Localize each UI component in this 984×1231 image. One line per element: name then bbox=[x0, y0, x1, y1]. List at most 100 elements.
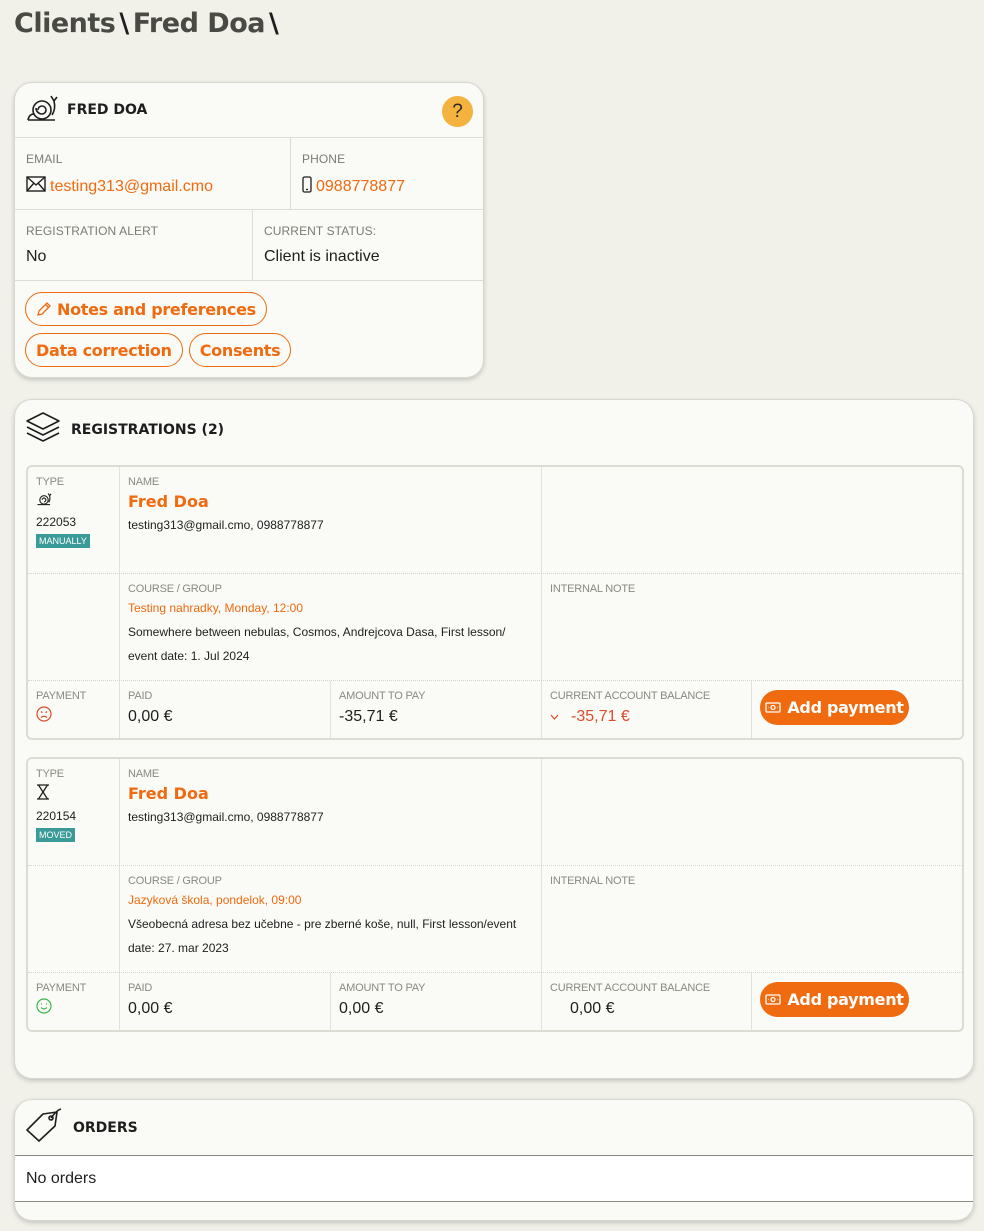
snail-icon bbox=[25, 93, 59, 128]
payment-cell: PAYMENT bbox=[28, 681, 120, 738]
chevron-down-icon bbox=[550, 714, 559, 720]
registrant-name[interactable]: Fred Doa bbox=[128, 492, 533, 511]
breadcrumb: Clients \ Fred Doa \ bbox=[14, 8, 282, 39]
type-label: TYPE bbox=[36, 768, 64, 780]
notes-and-preferences-button[interactable]: Notes and preferences bbox=[25, 292, 267, 326]
paid-value: 0,00 € bbox=[128, 1000, 173, 1017]
type-cell: TYPE 220154 MOVED bbox=[28, 759, 120, 865]
type-cell: TYPE 222053 MANUALLY bbox=[28, 467, 120, 573]
phone-value: 0988778877 bbox=[302, 176, 405, 198]
current-status-value: Client is inactive bbox=[264, 248, 380, 265]
envelope-icon bbox=[26, 176, 50, 197]
email-label: EMAIL bbox=[26, 152, 63, 166]
amount-value: 0,00 € bbox=[339, 1000, 384, 1017]
status-badge: MOVED bbox=[36, 828, 76, 842]
balance-cell: CURRENT ACCOUNT BALANCE -35,71 € bbox=[542, 681, 752, 738]
balance-value: 0,00 € bbox=[570, 1000, 615, 1017]
registrant-name[interactable]: Fred Doa bbox=[128, 784, 533, 803]
registration-id: 220154 bbox=[36, 809, 77, 823]
phone-label: PHONE bbox=[302, 152, 346, 166]
amount-label: AMOUNT TO PAY bbox=[339, 690, 426, 702]
current-status-label: CURRENT STATUS: bbox=[264, 224, 377, 238]
notes-and-preferences-label: Notes and preferences bbox=[57, 299, 256, 319]
status-badge: MANUALLY bbox=[36, 534, 90, 548]
tag-icon bbox=[25, 1108, 63, 1147]
registrant-contact: testing313@gmail.cmo, 0988778877 bbox=[128, 518, 324, 532]
payment-label: PAYMENT bbox=[36, 690, 87, 702]
payment-action-cell: Add payment bbox=[752, 973, 962, 1030]
name-cell: NAME Fred Doa testing313@gmail.cmo, 0988… bbox=[120, 759, 542, 865]
empty-cell bbox=[542, 759, 962, 865]
internal-note-label: INTERNAL NOTE bbox=[550, 875, 636, 887]
course-detail: event date: 1. Jul 2024 bbox=[128, 649, 250, 663]
course-label: COURSE / GROUP bbox=[128, 583, 222, 595]
balance-label: CURRENT ACCOUNT BALANCE bbox=[550, 982, 711, 994]
consents-button[interactable]: Consents bbox=[188, 333, 292, 367]
paid-label: PAID bbox=[128, 982, 153, 994]
banknote-icon bbox=[765, 994, 787, 1005]
add-payment-button[interactable]: Add payment bbox=[760, 982, 909, 1017]
registration-alert-cell: REGISTRATION ALERT No bbox=[15, 210, 253, 280]
registration-item: TYPE 220154 MOVED NAME Fred Doa testing3… bbox=[26, 757, 964, 1032]
hourglass-icon bbox=[36, 784, 111, 805]
add-payment-label: Add payment bbox=[787, 990, 904, 1009]
contact-row: EMAIL testing313@gmail.cmo PHONE 0988778… bbox=[15, 138, 483, 210]
banknote-icon bbox=[765, 702, 787, 713]
course-cell: COURSE / GROUP Testing nahradky, Monday,… bbox=[120, 574, 542, 680]
amount-cell: AMOUNT TO PAY 0,00 € bbox=[331, 973, 542, 1030]
paid-cell: PAID 0,00 € bbox=[120, 973, 331, 1030]
sad-face-icon bbox=[36, 706, 111, 727]
payment-action-cell: Add payment bbox=[752, 681, 962, 738]
email-link[interactable]: testing313@gmail.cmo bbox=[50, 178, 213, 196]
name-label: NAME bbox=[128, 768, 159, 780]
course-detail: Somewhere between nebulas, Cosmos, Andre… bbox=[128, 625, 506, 639]
spacer-cell bbox=[28, 574, 120, 680]
orders-title: ORDERS bbox=[73, 1119, 138, 1136]
registration-alert-value: No bbox=[26, 248, 47, 265]
breadcrumb-separator: \ bbox=[119, 8, 129, 39]
phone-cell: PHONE 0988778877 bbox=[291, 138, 416, 209]
paid-value: 0,00 € bbox=[128, 708, 173, 725]
course-link[interactable]: Jazyková škola, pondelok, 09:00 bbox=[128, 888, 533, 912]
add-payment-label: Add payment bbox=[787, 698, 904, 717]
current-status-cell: CURRENT STATUS: Client is inactive bbox=[253, 210, 391, 280]
empty-cell bbox=[542, 467, 962, 573]
breadcrumb-client-name: Fred Doa bbox=[132, 8, 266, 39]
amount-value: -35,71 € bbox=[339, 708, 398, 725]
breadcrumb-clients[interactable]: Clients bbox=[14, 8, 116, 39]
type-label: TYPE bbox=[36, 476, 64, 488]
help-button[interactable]: ? bbox=[442, 96, 473, 127]
data-correction-button[interactable]: Data correction bbox=[25, 333, 183, 367]
internal-note-cell: INTERNAL NOTE bbox=[542, 866, 962, 972]
registration-id: 222053 bbox=[36, 515, 77, 529]
registrant-contact: testing313@gmail.cmo, 0988778877 bbox=[128, 810, 324, 824]
phone-icon bbox=[302, 176, 316, 198]
paid-label: PAID bbox=[128, 690, 153, 702]
internal-note-label: INTERNAL NOTE bbox=[550, 583, 636, 595]
amount-cell: AMOUNT TO PAY -35,71 € bbox=[331, 681, 542, 738]
breadcrumb-separator: \ bbox=[268, 8, 279, 39]
layers-icon bbox=[25, 411, 61, 450]
status-row: REGISTRATION ALERT No CURRENT STATUS: Cl… bbox=[15, 210, 483, 281]
name-cell: NAME Fred Doa testing313@gmail.cmo, 0988… bbox=[120, 467, 542, 573]
client-card: FRED DOA ? EMAIL testing313@gmail.cmo PH… bbox=[14, 82, 484, 378]
orders-card: ORDERS No orders bbox=[14, 1099, 974, 1221]
payment-label: PAYMENT bbox=[36, 982, 87, 994]
paid-cell: PAID 0,00 € bbox=[120, 681, 331, 738]
course-link[interactable]: Testing nahradky, Monday, 12:00 bbox=[128, 596, 533, 620]
balance-value-row: -35,71 € bbox=[550, 708, 743, 726]
registrations-header: REGISTRATIONS (2) bbox=[15, 400, 973, 460]
pencil-icon bbox=[36, 301, 52, 317]
happy-face-icon bbox=[36, 998, 111, 1019]
email-cell: EMAIL testing313@gmail.cmo bbox=[15, 138, 291, 209]
registrations-card: REGISTRATIONS (2) TYPE 222053 MANUALLY N… bbox=[14, 399, 974, 1079]
balance-value: -35,71 € bbox=[571, 708, 630, 725]
add-payment-button[interactable]: Add payment bbox=[760, 690, 909, 725]
name-label: NAME bbox=[128, 476, 159, 488]
internal-note-cell: INTERNAL NOTE bbox=[542, 574, 962, 680]
orders-header: ORDERS bbox=[15, 1100, 973, 1156]
client-name: FRED DOA bbox=[67, 102, 148, 118]
phone-link[interactable]: 0988778877 bbox=[316, 178, 405, 196]
registration-item: TYPE 222053 MANUALLY NAME Fred Doa testi… bbox=[26, 465, 964, 740]
client-card-header: FRED DOA ? bbox=[15, 83, 483, 138]
